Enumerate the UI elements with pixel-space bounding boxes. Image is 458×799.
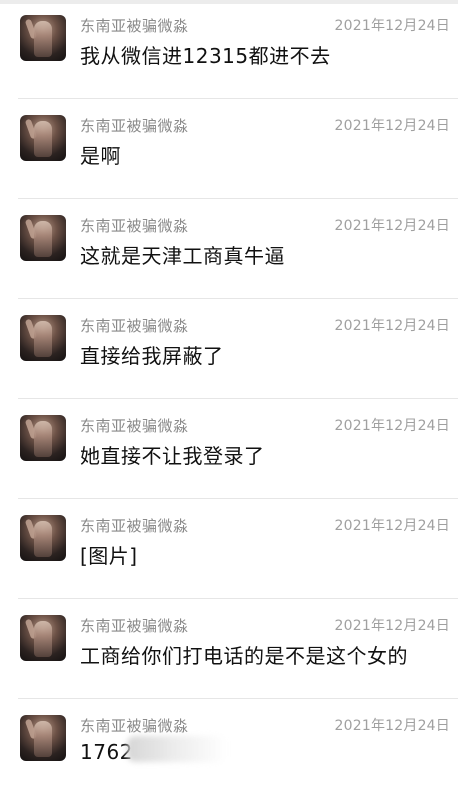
avatar-figure-shape	[34, 21, 52, 57]
avatar-figure-shape	[34, 421, 52, 457]
avatar[interactable]	[20, 515, 66, 561]
message-item[interactable]: 东南亚被骗微淼 2021年12月24日 直接给我屏蔽了	[0, 300, 458, 399]
avatar[interactable]	[20, 115, 66, 161]
message-text: 我从微信进12315都进不去	[80, 44, 331, 68]
sender-name: 东南亚被骗微淼	[80, 617, 189, 635]
message-text: 这就是天津工商真牛逼	[80, 244, 285, 268]
avatar-figure-shape	[34, 321, 52, 357]
avatar-figure-shape	[34, 721, 52, 757]
divider	[18, 698, 458, 699]
avatar[interactable]	[20, 315, 66, 361]
message-item[interactable]: 东南亚被骗微淼 2021年12月24日 她直接不让我登录了	[0, 400, 458, 499]
message-time: 2021年12月24日	[334, 18, 450, 34]
avatar[interactable]	[20, 415, 66, 461]
message-text: [图片]	[80, 544, 138, 568]
avatar[interactable]	[20, 215, 66, 261]
message-item[interactable]: 东南亚被骗微淼 2021年12月24日 工商给你们打电话的是不是这个女的	[0, 600, 458, 699]
sender-name: 东南亚被骗微淼	[80, 17, 189, 35]
divider	[18, 298, 458, 299]
avatar-figure-shape	[34, 121, 52, 157]
message-item[interactable]: 东南亚被骗微淼 2021年12月24日 这就是天津工商真牛逼	[0, 200, 458, 299]
divider	[18, 98, 458, 99]
message-time: 2021年12月24日	[334, 118, 450, 134]
message-text: 工商给你们打电话的是不是这个女的	[80, 644, 408, 668]
message-time: 2021年12月24日	[334, 318, 450, 334]
sender-name: 东南亚被骗微淼	[80, 217, 189, 235]
sender-name: 东南亚被骗微淼	[80, 117, 189, 135]
message-time: 2021年12月24日	[334, 218, 450, 234]
divider	[18, 598, 458, 599]
sender-name: 东南亚被骗微淼	[80, 517, 189, 535]
redaction-blur	[127, 736, 227, 762]
sender-name: 东南亚被骗微淼	[80, 317, 189, 335]
message-text: 直接给我屏蔽了	[80, 344, 224, 368]
avatar[interactable]	[20, 615, 66, 661]
message-time: 2021年12月24日	[334, 418, 450, 434]
sender-name: 东南亚被骗微淼	[80, 417, 189, 435]
message-time: 2021年12月24日	[334, 518, 450, 534]
message-item[interactable]: 东南亚被骗微淼 2021年12月24日 我从微信进12315都进不去	[0, 0, 458, 99]
sender-name: 东南亚被骗微淼	[80, 717, 189, 735]
message-text: 1762	[80, 740, 133, 764]
message-item[interactable]: 东南亚被骗微淼 2021年12月24日 1762	[0, 700, 458, 799]
message-time: 2021年12月24日	[334, 718, 450, 734]
avatar[interactable]	[20, 15, 66, 61]
divider	[18, 498, 458, 499]
message-item[interactable]: 东南亚被骗微淼 2021年12月24日 [图片]	[0, 500, 458, 599]
avatar[interactable]	[20, 715, 66, 761]
divider	[18, 198, 458, 199]
message-time: 2021年12月24日	[334, 618, 450, 634]
avatar-figure-shape	[34, 221, 52, 257]
avatar-figure-shape	[34, 521, 52, 557]
divider	[18, 398, 458, 399]
message-item[interactable]: 东南亚被骗微淼 2021年12月24日 是啊	[0, 100, 458, 199]
message-text: 她直接不让我登录了	[80, 444, 265, 468]
message-text: 是啊	[80, 144, 121, 168]
avatar-figure-shape	[34, 621, 52, 657]
